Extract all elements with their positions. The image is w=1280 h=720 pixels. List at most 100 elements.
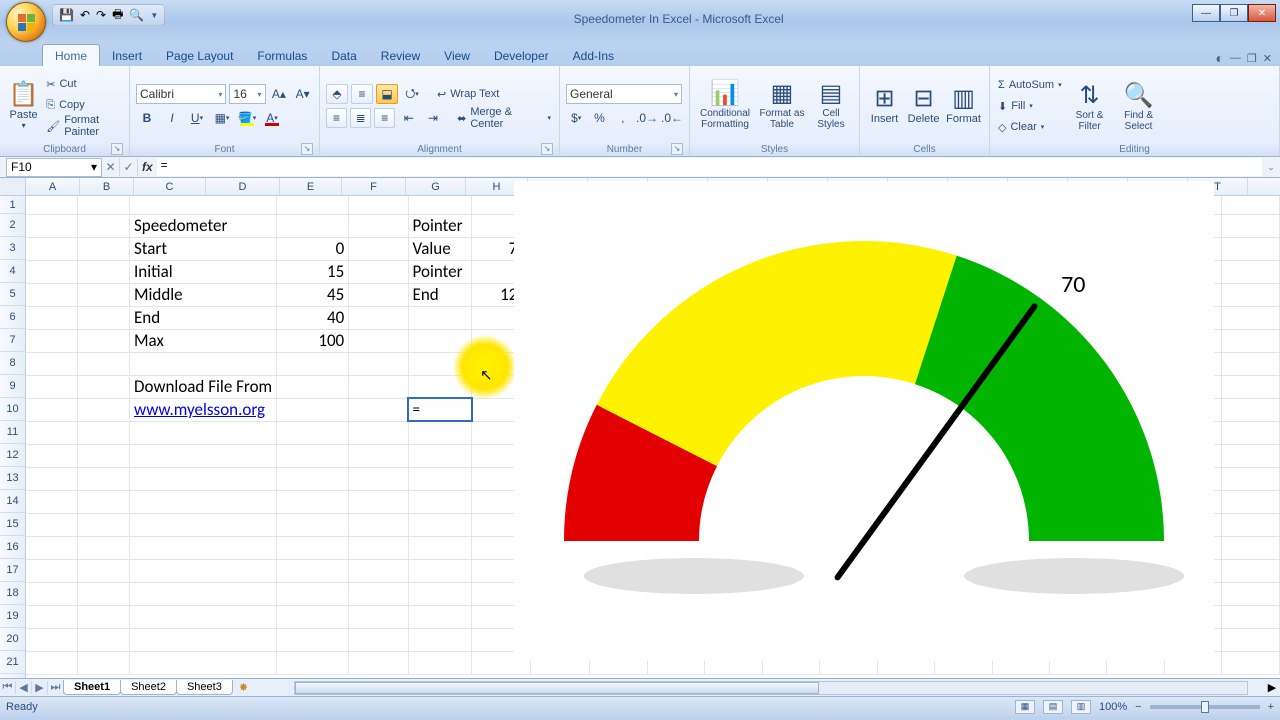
select-all-button[interactable] — [0, 178, 26, 196]
paste-icon: 📋 — [9, 80, 39, 109]
undo-icon[interactable]: ↶ — [80, 8, 90, 22]
zoom-slider[interactable] — [1150, 705, 1260, 709]
autosum-button[interactable]: ΣAutoSum▾ — [996, 76, 1064, 95]
merge-center-button[interactable]: ⬌Merge & Center▾ — [455, 109, 553, 128]
grow-font-button[interactable]: A▴ — [269, 84, 290, 104]
save-icon[interactable]: 💾 — [59, 8, 74, 22]
align-middle-button[interactable]: ≡ — [351, 84, 373, 104]
group-label-font: Font — [214, 144, 234, 155]
tab-page-layout[interactable]: Page Layout — [154, 45, 245, 66]
insert-cells-button[interactable]: ⊞Insert — [866, 70, 903, 138]
font-size-combo[interactable]: 16▾ — [229, 84, 265, 104]
increase-indent-button[interactable]: ⇥ — [422, 108, 443, 128]
formula-bar-input[interactable]: = — [157, 158, 1262, 176]
fill-button[interactable]: ⬇Fill▾ — [996, 97, 1064, 116]
decrease-decimal-button[interactable]: .0← — [661, 108, 683, 128]
percent-button[interactable]: % — [589, 108, 609, 128]
zoom-level[interactable]: 100% — [1099, 701, 1127, 713]
preview-icon[interactable]: 🔍 — [129, 8, 144, 22]
office-button[interactable] — [6, 2, 46, 42]
cell-styles-button[interactable]: ▤Cell Styles — [810, 70, 852, 138]
alignment-dialog-launcher[interactable]: ↘ — [541, 143, 553, 155]
sheet-tab-sheet2[interactable]: Sheet2 — [120, 680, 177, 695]
delete-cells-button[interactable]: ⊟Delete — [905, 70, 942, 138]
expand-formula-bar[interactable]: ⌄ — [1262, 162, 1280, 173]
minimize-button[interactable]: — — [1192, 4, 1220, 22]
new-sheet-button[interactable]: ✸ — [233, 681, 254, 694]
page-break-view-button[interactable]: ▥ — [1071, 700, 1091, 714]
align-left-button[interactable]: ≡ — [326, 108, 347, 128]
tab-formulas[interactable]: Formulas — [245, 45, 319, 66]
fx-icon[interactable]: fx — [138, 160, 157, 174]
horizontal-scrollbar[interactable] — [294, 681, 1248, 695]
align-top-button[interactable]: ⬘ — [326, 84, 348, 104]
sheet-nav-last[interactable]: ⏭ — [48, 681, 64, 694]
number-format-combo[interactable]: General▾ — [566, 84, 682, 104]
increase-decimal-button[interactable]: .0→ — [636, 108, 658, 128]
help-icon[interactable]: ◐ — [1215, 50, 1223, 66]
name-box[interactable]: F10▾ — [6, 158, 102, 177]
zoom-in-button[interactable]: + — [1268, 701, 1274, 713]
font-color-button[interactable]: A▾ — [261, 108, 283, 128]
cut-button[interactable]: ✂Cut — [44, 75, 123, 94]
row-headers[interactable]: 123456789101112131415161718192021 — [0, 196, 26, 678]
tab-developer[interactable]: Developer — [482, 45, 561, 66]
chevron-down-icon[interactable]: ▾ — [91, 160, 97, 174]
border-button[interactable]: ▦▾ — [211, 108, 233, 128]
tab-review[interactable]: Review — [369, 45, 432, 66]
align-bottom-button[interactable]: ⬓ — [376, 84, 398, 104]
align-center-button[interactable]: ≣ — [350, 108, 371, 128]
normal-view-button[interactable]: ▦ — [1015, 700, 1035, 714]
bold-button[interactable]: B — [136, 108, 158, 128]
sheet-nav-next[interactable]: ▶ — [32, 681, 48, 694]
comma-button[interactable]: , — [613, 108, 633, 128]
sort-filter-button[interactable]: ⇅Sort & Filter — [1067, 72, 1113, 140]
sheet-nav-prev[interactable]: ◀ — [16, 681, 32, 694]
format-as-table-button[interactable]: ▦Format as Table — [758, 70, 806, 138]
decrease-indent-button[interactable]: ⇤ — [398, 108, 419, 128]
shrink-font-button[interactable]: A▾ — [292, 84, 313, 104]
sheet-tab-sheet3[interactable]: Sheet3 — [176, 680, 233, 695]
underline-button[interactable]: U▾ — [186, 108, 208, 128]
format-cells-button[interactable]: ▥Format — [944, 70, 983, 138]
enter-formula-button[interactable]: ✓ — [120, 158, 138, 176]
maximize-button[interactable]: ❐ — [1220, 4, 1248, 22]
tab-data[interactable]: Data — [319, 45, 368, 66]
wrap-text-button[interactable]: ↩Wrap Text — [435, 85, 501, 104]
doc-minimize-icon[interactable]: — — [1230, 52, 1241, 64]
qat-menu-icon[interactable]: ▼ — [150, 11, 158, 20]
accounting-button[interactable]: $▾ — [566, 108, 586, 128]
zoom-out-button[interactable]: − — [1135, 701, 1141, 713]
clear-button[interactable]: ◇Clear▾ — [996, 118, 1064, 137]
paste-button[interactable]: 📋 Paste ▾ — [6, 71, 41, 139]
cancel-formula-button[interactable]: ✕ — [102, 158, 120, 176]
format-painter-button[interactable]: 🖌Format Painter — [44, 117, 123, 136]
font-name-combo[interactable]: Calibri▾ — [136, 84, 226, 104]
tab-home[interactable]: Home — [42, 44, 100, 66]
print-icon[interactable]: 🖶 — [112, 5, 123, 26]
orientation-button[interactable]: ⭯▾ — [401, 84, 423, 104]
font-dialog-launcher[interactable]: ↘ — [301, 143, 313, 155]
clipboard-dialog-launcher[interactable]: ↘ — [111, 143, 123, 155]
fill-icon: ⬇ — [998, 100, 1007, 113]
speedometer-chart[interactable]: 70 — [514, 181, 1214, 661]
tab-insert[interactable]: Insert — [100, 45, 154, 66]
tab-view[interactable]: View — [432, 45, 482, 66]
scroll-right-button[interactable]: ▶ — [1264, 681, 1280, 694]
fill-color-button[interactable]: 🪣▾ — [236, 108, 258, 128]
tab-add-ins[interactable]: Add-Ins — [561, 45, 626, 66]
page-layout-view-button[interactable]: ▤ — [1043, 700, 1063, 714]
doc-close-icon[interactable]: ✕ — [1263, 52, 1272, 65]
close-button[interactable]: ✕ — [1248, 4, 1276, 22]
number-dialog-launcher[interactable]: ↘ — [671, 143, 683, 155]
redo-icon[interactable]: ↷ — [96, 8, 106, 22]
italic-button[interactable]: I — [161, 108, 183, 128]
align-right-button[interactable]: ≡ — [374, 108, 395, 128]
copy-icon: ⎘ — [46, 99, 55, 112]
copy-button[interactable]: ⎘Copy — [44, 96, 123, 115]
sheet-nav-first[interactable]: ⏮ — [0, 681, 16, 694]
find-select-button[interactable]: 🔍Find & Select — [1116, 72, 1162, 140]
sheet-tab-sheet1[interactable]: Sheet1 — [63, 680, 121, 695]
conditional-formatting-button[interactable]: 📊Conditional Formatting — [696, 70, 754, 138]
doc-restore-icon[interactable]: ❐ — [1247, 52, 1257, 65]
